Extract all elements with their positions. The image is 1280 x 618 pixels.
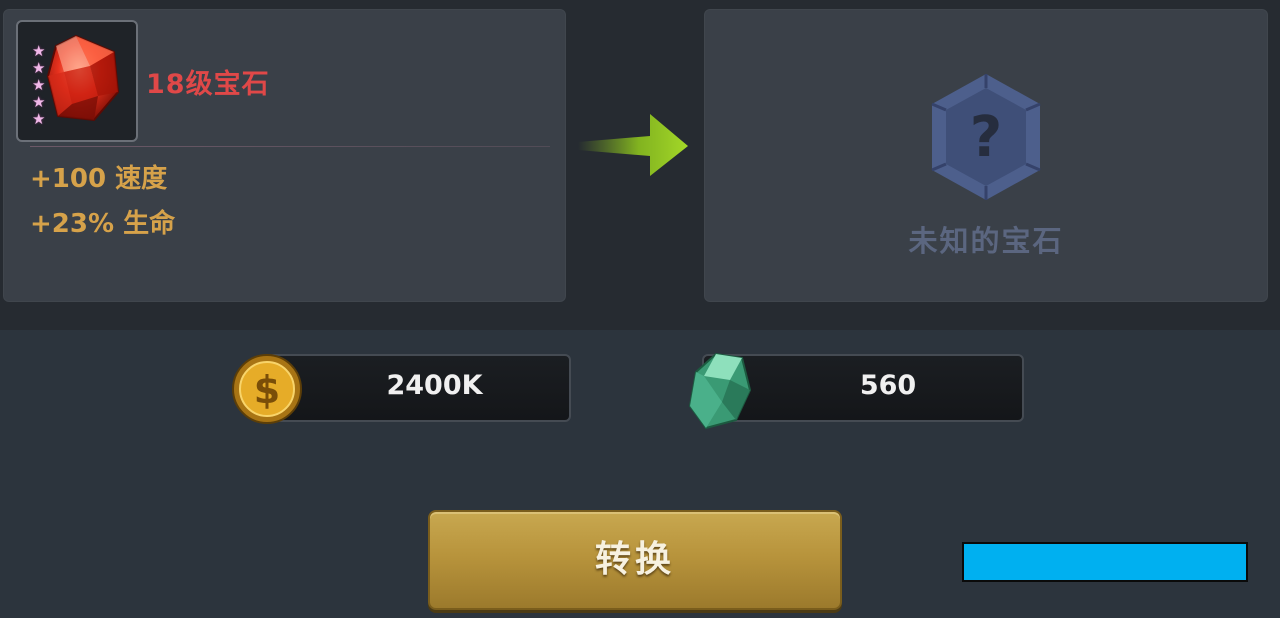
gem-stat-health: +23% 生命 bbox=[30, 209, 176, 239]
svg-text:?: ? bbox=[970, 105, 1002, 170]
jade-stone-icon bbox=[688, 352, 752, 430]
star-icon: ★ bbox=[32, 42, 46, 60]
green-arrow-right-icon bbox=[578, 114, 688, 176]
unknown-gem-label: 未知的宝石 bbox=[908, 224, 1064, 258]
gold-cost-bar: 2400K bbox=[268, 354, 571, 422]
gem-stat-speed: +100 速度 bbox=[30, 164, 168, 194]
star-icon: ★ bbox=[32, 59, 46, 77]
svg-text:$: $ bbox=[254, 368, 280, 412]
gold-coin-icon: $ bbox=[232, 354, 302, 424]
convert-button[interactable]: 转换 bbox=[428, 510, 842, 610]
star-icon: ★ bbox=[32, 110, 46, 128]
source-gem-title: 18级宝石 bbox=[146, 69, 270, 100]
star-icon: ★ bbox=[32, 93, 46, 111]
unknown-gem-question-icon: ? bbox=[931, 74, 1041, 200]
blue-overlay-bar bbox=[962, 542, 1248, 582]
star-icon: ★ bbox=[32, 76, 46, 94]
convert-button-label: 转换 bbox=[594, 539, 675, 580]
gold-cost-value: 2400K bbox=[386, 370, 483, 401]
star-rating: ★ ★ ★ ★ ★ bbox=[32, 43, 52, 128]
divider bbox=[30, 146, 550, 147]
source-gem-slot[interactable]: ★ ★ ★ ★ ★ bbox=[16, 20, 138, 142]
